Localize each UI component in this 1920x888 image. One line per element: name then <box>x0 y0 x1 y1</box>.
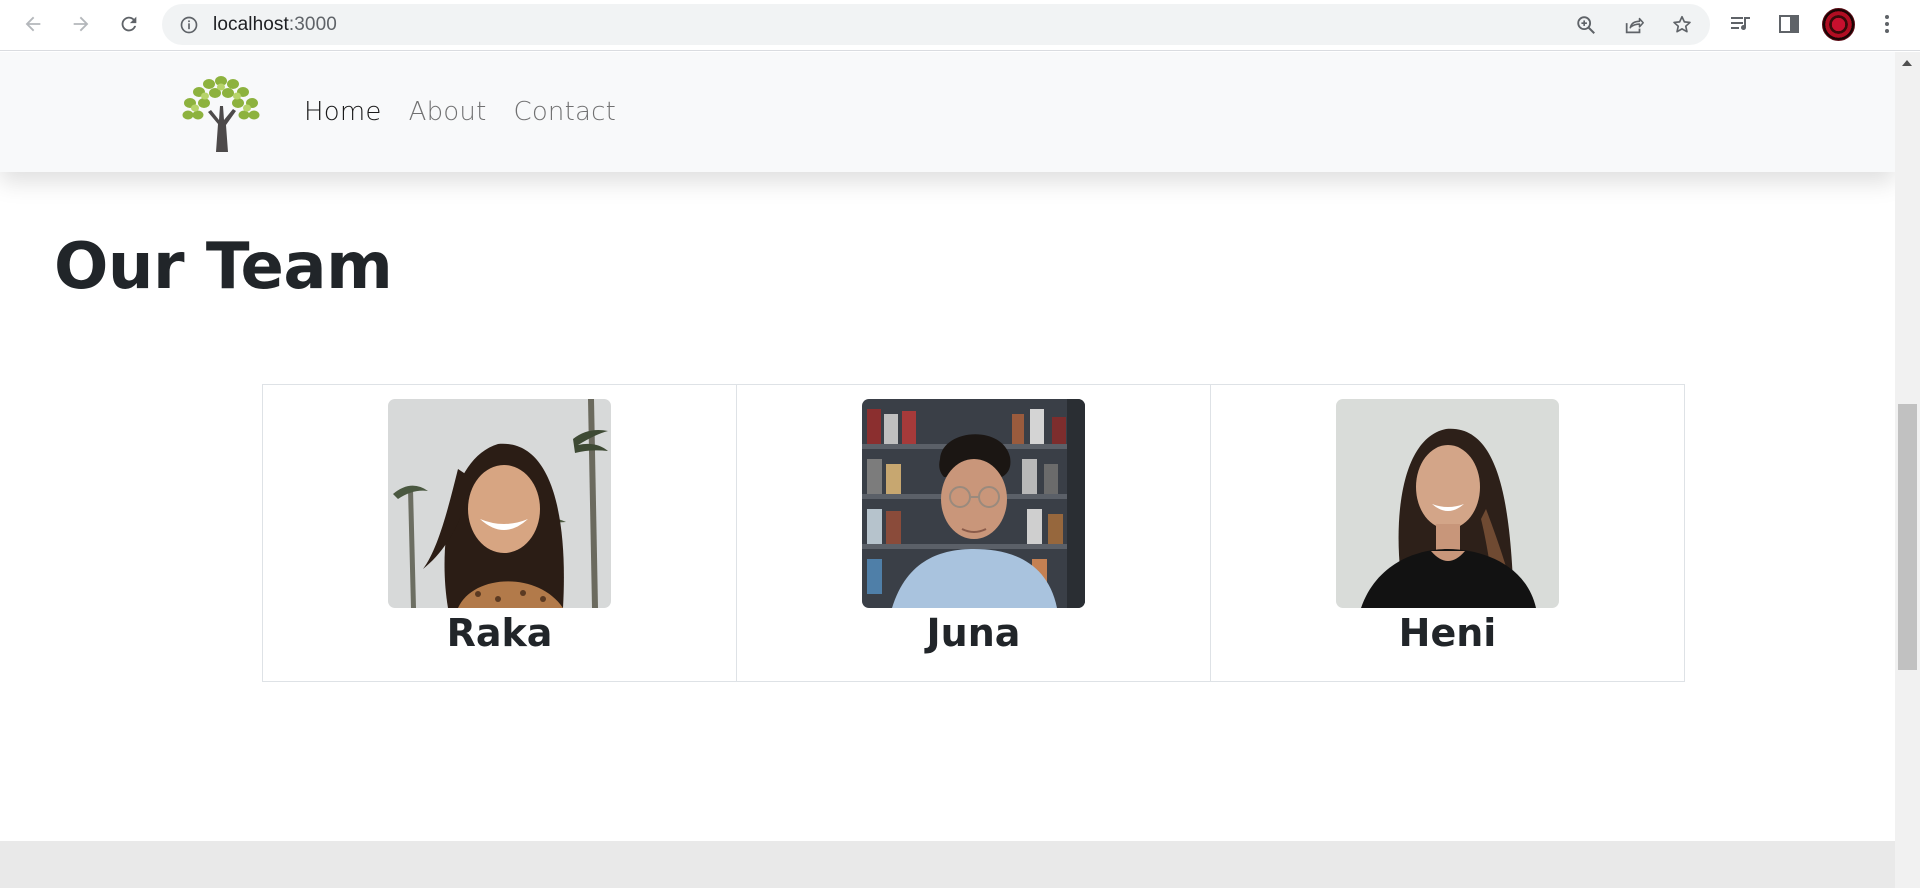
team-member-photo <box>388 399 611 608</box>
team-card: Juna <box>736 384 1211 682</box>
reload-icon[interactable] <box>116 11 142 37</box>
nav-about-link[interactable]: About <box>409 97 487 127</box>
address-bar[interactable]: localhost:3000 <box>162 4 1710 45</box>
footer <box>0 841 1895 888</box>
team-member-photo <box>1336 399 1559 608</box>
browser-toolbar: localhost:3000 <box>0 0 1920 51</box>
nav-home-link[interactable]: Home <box>304 97 382 127</box>
forward-icon[interactable] <box>68 11 94 37</box>
url-host: localhost <box>213 14 289 35</box>
back-icon[interactable] <box>20 11 46 37</box>
site-info-icon[interactable] <box>179 15 199 35</box>
url-port: :3000 <box>288 14 337 35</box>
page-title: Our Team <box>54 230 393 304</box>
url-text[interactable]: localhost:3000 <box>213 14 337 36</box>
nav-links: Home About Contact <box>304 97 616 127</box>
team-member-name: Heni <box>1398 611 1497 655</box>
team-card: Raka <box>262 384 737 682</box>
team-card: Heni <box>1210 384 1685 682</box>
bookmark-star-icon[interactable] <box>1671 14 1693 36</box>
page-scrollbar[interactable] <box>1895 52 1920 888</box>
side-panel-icon[interactable] <box>1777 12 1801 36</box>
reading-list-icon[interactable] <box>1729 12 1753 36</box>
zoom-icon[interactable] <box>1575 14 1597 36</box>
tree-logo-icon[interactable] <box>178 72 264 154</box>
kebab-menu-icon[interactable] <box>1875 12 1899 36</box>
scroll-up-arrow-icon[interactable] <box>1902 60 1912 66</box>
team-grid: Raka Juna Heni <box>262 384 1685 682</box>
scrollbar-thumb[interactable] <box>1898 404 1917 670</box>
nav-contact-link[interactable]: Contact <box>513 97 616 127</box>
team-member-name: Juna <box>926 611 1021 655</box>
team-member-photo <box>862 399 1085 608</box>
site-navbar: Home About Contact <box>0 52 1895 172</box>
team-member-name: Raka <box>446 611 553 655</box>
share-icon[interactable] <box>1623 14 1645 36</box>
profile-avatar[interactable] <box>1822 8 1855 41</box>
page-viewport: Home About Contact Our Team Raka Juna He… <box>0 52 1895 888</box>
